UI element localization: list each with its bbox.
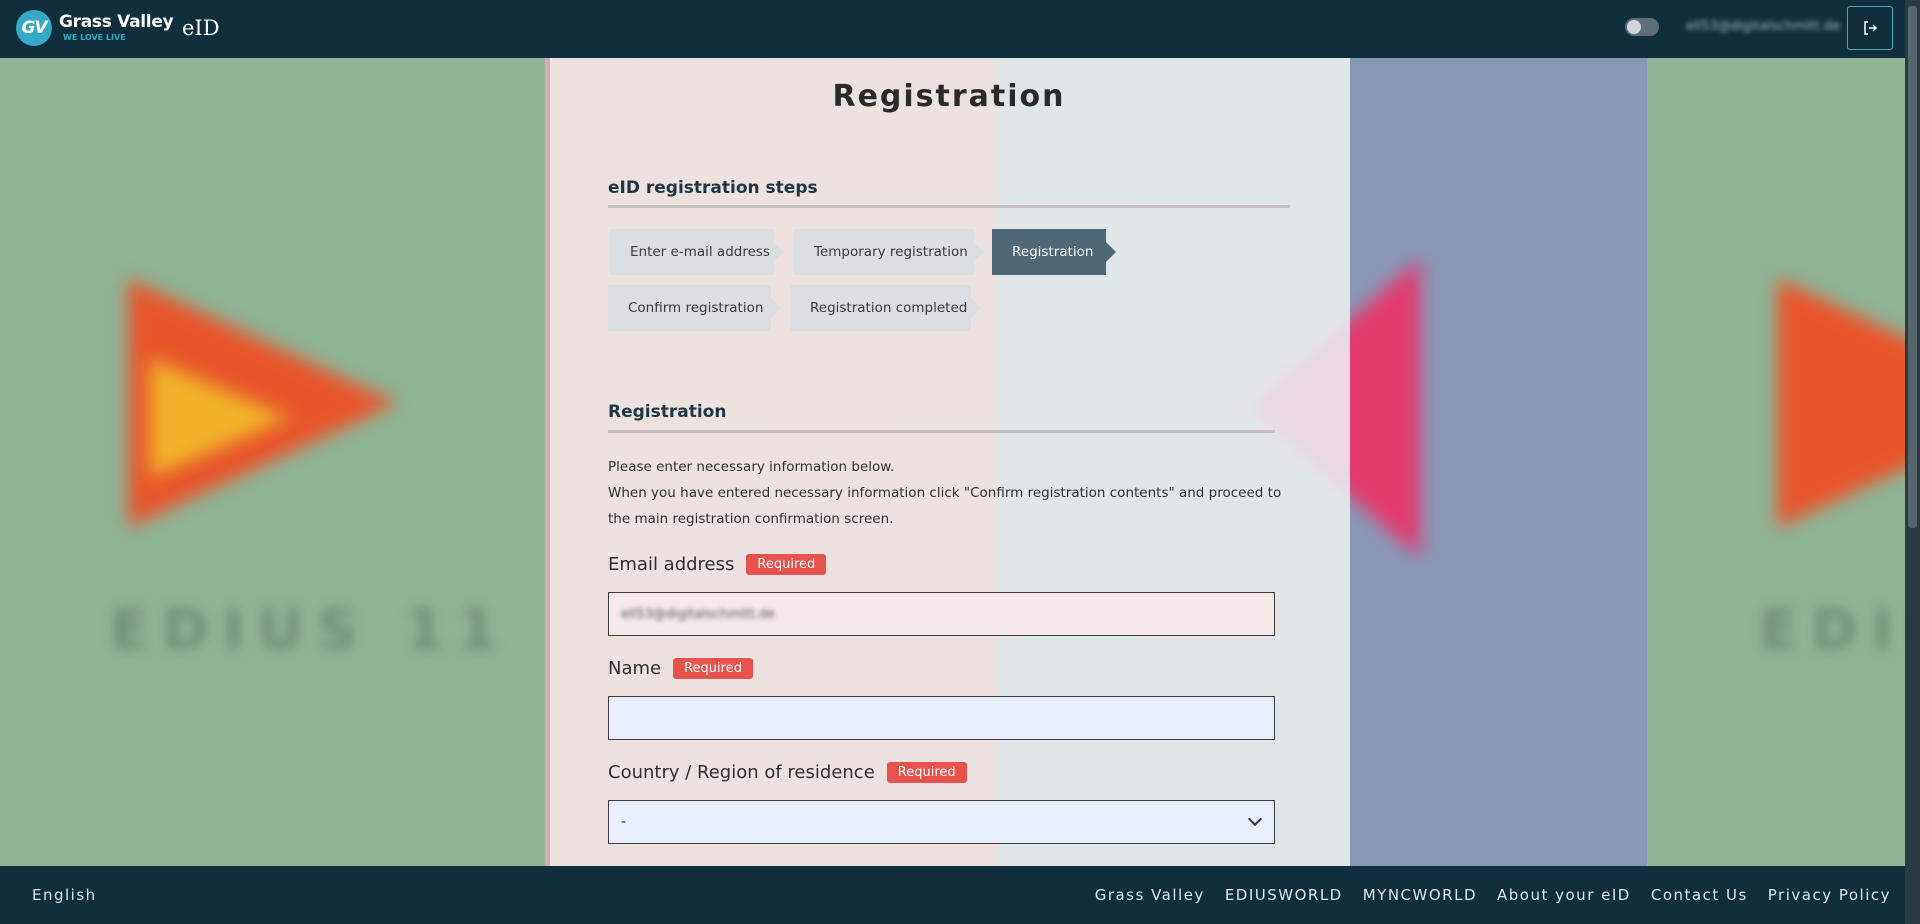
bg-panel-edius: EDIUS 11 xyxy=(0,58,545,866)
required-badge: Required xyxy=(746,554,827,575)
intro-line-1: Please enter necessary information below… xyxy=(608,459,895,475)
logo-name: Grass Valley xyxy=(59,12,174,32)
page-scrollbar[interactable] xyxy=(1905,0,1920,924)
bg-panel-hub xyxy=(1250,58,1647,866)
intro-line-2: When you have entered necessary informat… xyxy=(608,485,1282,527)
step-enter-email: Enter e-mail address xyxy=(610,229,784,275)
email-field[interactable]: ell53@digitalschmitt.de xyxy=(608,592,1275,636)
gv-logo-icon: GV xyxy=(16,10,52,46)
steps-divider xyxy=(608,205,1290,208)
triangle-highlight xyxy=(150,358,290,478)
country-label: Country / Region of residence Required xyxy=(608,762,967,783)
logout-icon xyxy=(1864,21,1878,35)
required-badge: Required xyxy=(886,762,967,783)
name-label: Name Required xyxy=(608,658,753,679)
intro-text: Please enter necessary information below… xyxy=(608,454,1288,532)
toggle-knob xyxy=(1627,20,1641,34)
scrollbar-thumb[interactable] xyxy=(1908,6,1917,528)
language-selector[interactable]: English xyxy=(32,886,97,904)
country-select[interactable]: - xyxy=(608,800,1275,844)
email-field-value: ell53@digitalschmitt.de xyxy=(621,606,776,622)
grass-valley-logo[interactable]: GV Grass Valley WE LOVE LIVE xyxy=(16,10,174,46)
form-heading: Registration xyxy=(608,402,727,422)
logo-tagline: WE LOVE LIVE xyxy=(63,33,126,42)
footer-link-ediusworld[interactable]: EDIUSWORLD xyxy=(1225,886,1343,904)
footer-link-grass-valley[interactable]: Grass Valley xyxy=(1095,886,1205,904)
email-label: Email address Required xyxy=(608,554,827,575)
play-triangle-image-2 xyxy=(1777,278,1920,528)
step-confirm-registration: Confirm registration xyxy=(608,285,781,331)
step-registration-current: Registration xyxy=(992,229,1116,275)
footer-link-about-eid[interactable]: About your eID xyxy=(1497,886,1631,904)
bg-title-1: EDIUS 11 xyxy=(110,598,511,663)
step-registration-completed: Registration completed xyxy=(790,285,981,331)
chevron-down-icon xyxy=(1247,811,1263,827)
bg-title-3: EDIUS xyxy=(1759,598,1920,663)
country-select-value: - xyxy=(621,814,627,830)
theme-toggle[interactable] xyxy=(1625,18,1659,36)
footer-links: Grass Valley EDIUSWORLD MYNCWORLD About … xyxy=(1095,886,1891,904)
footer: English Grass Valley EDIUSWORLD MYNCWORL… xyxy=(0,866,1905,924)
registration-card: Registration eID registration steps Ente… xyxy=(550,58,1350,866)
page-title: Registration xyxy=(832,79,1066,114)
app-name: eID xyxy=(182,16,220,40)
country-label-text: Country / Region of residence xyxy=(608,762,875,783)
logout-button[interactable] xyxy=(1847,6,1893,50)
steps-heading: eID registration steps xyxy=(608,178,818,198)
required-badge: Required xyxy=(673,658,753,679)
form-divider xyxy=(608,430,1275,433)
name-label-text: Name xyxy=(608,658,662,679)
email-label-text: Email address xyxy=(608,554,735,575)
footer-link-privacy[interactable]: Privacy Policy xyxy=(1768,886,1891,904)
footer-link-contact[interactable]: Contact Us xyxy=(1651,886,1748,904)
footer-link-myncworld[interactable]: MYNCWORLD xyxy=(1363,886,1477,904)
top-navbar: GV Grass Valley WE LOVE LIVE eID ell53@d… xyxy=(0,0,1920,58)
bg-panel-edius-2: EDIUS xyxy=(1647,58,1920,866)
name-field[interactable] xyxy=(608,696,1275,740)
step-temporary-registration: Temporary registration xyxy=(794,229,984,275)
logo-text: Grass Valley WE LOVE LIVE xyxy=(59,12,174,42)
user-email[interactable]: ell53@digitalschmitt.de xyxy=(1686,19,1840,34)
